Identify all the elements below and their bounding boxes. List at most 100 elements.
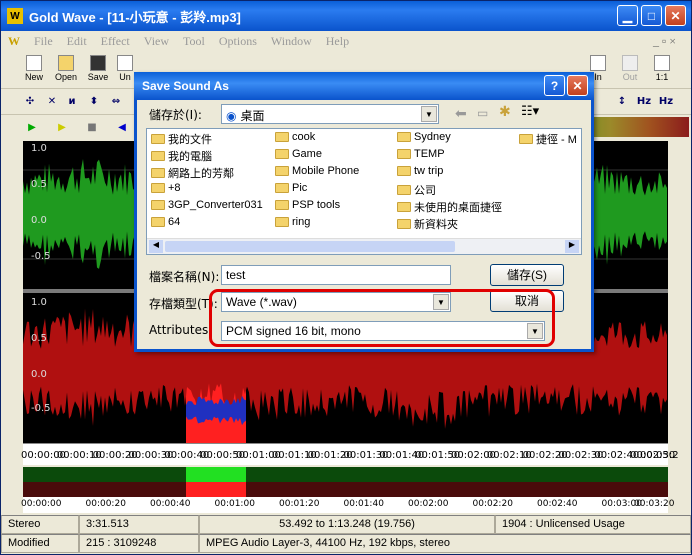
file-item-label: 未使用的桌面捷徑 — [414, 202, 502, 214]
file-item[interactable]: 公司 — [397, 182, 436, 198]
folder-icon — [151, 134, 165, 144]
title-bar: W Gold Wave - [11-小玩意 - 彭羚.mp3] ▁ □ ✕ — [1, 1, 691, 31]
effect-icon-3[interactable]: ᴎ — [63, 93, 81, 111]
save-in-combo[interactable]: ◉ 桌面 ▼ — [221, 104, 439, 124]
undo-button[interactable]: Un — [115, 54, 135, 86]
effect-icon-5[interactable]: ⇔ — [107, 93, 125, 111]
folder-icon — [275, 183, 289, 193]
dialog-title-bar: Save Sound As ? ✕ — [134, 72, 594, 100]
horizontal-scrollbar[interactable]: ◀ ▶ — [147, 238, 581, 254]
maximize-button[interactable]: □ — [641, 5, 662, 26]
close-button[interactable]: ✕ — [665, 5, 686, 26]
file-item[interactable]: 我的電腦 — [151, 148, 212, 164]
menu-logo-icon: W — [8, 33, 20, 48]
file-item[interactable]: Game — [275, 148, 322, 160]
dialog-close-button[interactable]: ✕ — [567, 75, 588, 96]
file-item[interactable]: Mobile Phone — [275, 165, 359, 177]
back-arrow-icon[interactable]: ⬅ — [455, 106, 467, 122]
ch1-ylabel: 0.5 — [31, 179, 47, 190]
menu-view[interactable]: View — [137, 34, 176, 49]
stop-icon[interactable]: ■ — [83, 119, 101, 137]
effect-icon-1[interactable]: ✣ — [21, 93, 39, 111]
menu-options[interactable]: Options — [212, 34, 264, 49]
new-button[interactable]: New — [19, 54, 49, 86]
folder-icon — [275, 132, 289, 142]
chevron-down-icon[interactable]: ▼ — [421, 106, 437, 122]
zoom-out-button[interactable]: Out — [615, 54, 645, 86]
effect-icon-8[interactable]: Hz — [657, 93, 675, 111]
zoom-out-icon — [622, 55, 638, 71]
file-item[interactable]: 新資料夾 — [397, 216, 458, 232]
status-format: MPEG Audio Layer-3, 44100 Hz, 192 kbps, … — [199, 534, 691, 553]
up-folder-icon[interactable]: ▭ — [477, 106, 488, 120]
zoom-1to1-label: 1:1 — [655, 72, 669, 82]
folder-icon — [397, 219, 411, 229]
file-item[interactable]: Sydney — [397, 131, 451, 143]
ch2-ylabel: -0.5 — [31, 403, 51, 414]
status-row-1: Stereo 3:31.513 53.492 to 1:13.248 (19.7… — [1, 515, 691, 534]
file-item[interactable]: 捷徑 - M — [519, 131, 577, 147]
status-length: 3:31.513 — [79, 515, 199, 534]
view-menu-icon[interactable]: ☷▾ — [521, 104, 539, 119]
scroll-thumb[interactable] — [165, 241, 455, 252]
scroll-right-icon[interactable]: ▶ — [565, 240, 579, 253]
file-item[interactable]: ring — [275, 216, 310, 228]
menu-effect[interactable]: Effect — [94, 34, 137, 49]
file-item[interactable]: +8 — [151, 182, 181, 194]
overview-tick-label: 00:00:40 — [150, 499, 191, 509]
file-item-label: PSP tools — [292, 199, 341, 211]
new-label: New — [24, 72, 43, 82]
save-disk-icon — [90, 55, 106, 71]
menu-window[interactable]: Window — [264, 34, 319, 49]
overview-tick-label: 00:00:00 — [21, 499, 62, 509]
minimize-button[interactable]: ▁ — [617, 5, 638, 26]
file-item[interactable]: 我的文件 — [151, 131, 212, 147]
scroll-left-icon[interactable]: ◀ — [149, 240, 163, 253]
file-item[interactable]: 未使用的桌面捷徑 — [397, 199, 502, 215]
effect-icon-7[interactable]: Hz — [635, 93, 653, 111]
filename-input[interactable]: test — [221, 265, 451, 285]
save-button[interactable]: Save — [83, 54, 113, 86]
play-icon[interactable]: ▶ — [23, 119, 41, 137]
open-button[interactable]: Open — [51, 54, 81, 86]
play-selection-icon[interactable]: ▶ — [53, 119, 71, 137]
zoom-1to1-icon — [654, 55, 670, 71]
file-item-label: tw trip — [414, 165, 444, 177]
timeline-ruler: 00:00:00 00:00:10 00:00:20 00:00:30 00:00:40… — [21, 443, 679, 465]
file-item-label: Mobile Phone — [292, 165, 360, 177]
file-item[interactable]: 3GP_Converter031 — [151, 199, 263, 211]
ch1-ylabel: 0.0 — [31, 215, 47, 226]
file-item-label: 網路上的芳鄰 — [168, 168, 234, 180]
save-dialog-button[interactable]: 儲存(S) — [490, 264, 564, 286]
effect-icon-2[interactable]: ✕ — [43, 93, 61, 111]
file-item-label: 3GP_Converter031 — [168, 199, 263, 211]
dialog-help-button[interactable]: ? — [544, 75, 565, 96]
menu-help[interactable]: Help — [319, 34, 356, 49]
file-item[interactable]: 網路上的芳鄰 — [151, 165, 234, 181]
status-row-2: Modified 215 : 3109248 MPEG Audio Layer-… — [1, 534, 691, 553]
folder-icon — [275, 217, 289, 227]
file-item[interactable]: TEMP — [397, 148, 445, 160]
file-item[interactable]: 64 — [151, 216, 180, 228]
file-item-label: +8 — [168, 182, 181, 194]
file-item[interactable]: PSP tools — [275, 199, 340, 211]
menu-edit[interactable]: Edit — [60, 34, 94, 49]
file-item[interactable]: Pic — [275, 182, 307, 194]
effect-icon-4[interactable]: ⬍ — [85, 93, 103, 111]
file-list[interactable]: ◀ ▶ 我的文件 我的電腦網路上的芳鄰 +8 3GP_Converter031 64 co… — [146, 128, 582, 255]
status-state: Modified — [1, 534, 79, 553]
file-item[interactable]: tw trip — [397, 165, 443, 177]
ch1-ylabel: -0.5 — [31, 251, 51, 262]
mdi-controls[interactable]: _ ▫ × — [646, 34, 683, 49]
file-item[interactable]: cook — [275, 131, 315, 143]
zoom-1to1-button[interactable]: 1:1 — [647, 54, 677, 86]
filename-label: 檔案名稱(N): — [149, 270, 220, 284]
rewind-icon[interactable]: ◀ — [113, 119, 131, 137]
overview-waveform[interactable] — [23, 467, 668, 497]
file-item-label: cook — [292, 131, 316, 143]
new-folder-icon[interactable]: ✱ — [499, 104, 511, 120]
attributes-label: Attributes: — [149, 323, 213, 337]
effect-icon-6[interactable]: ↕ — [613, 93, 631, 111]
menu-file[interactable]: File — [27, 34, 60, 49]
menu-tool[interactable]: Tool — [176, 34, 212, 49]
